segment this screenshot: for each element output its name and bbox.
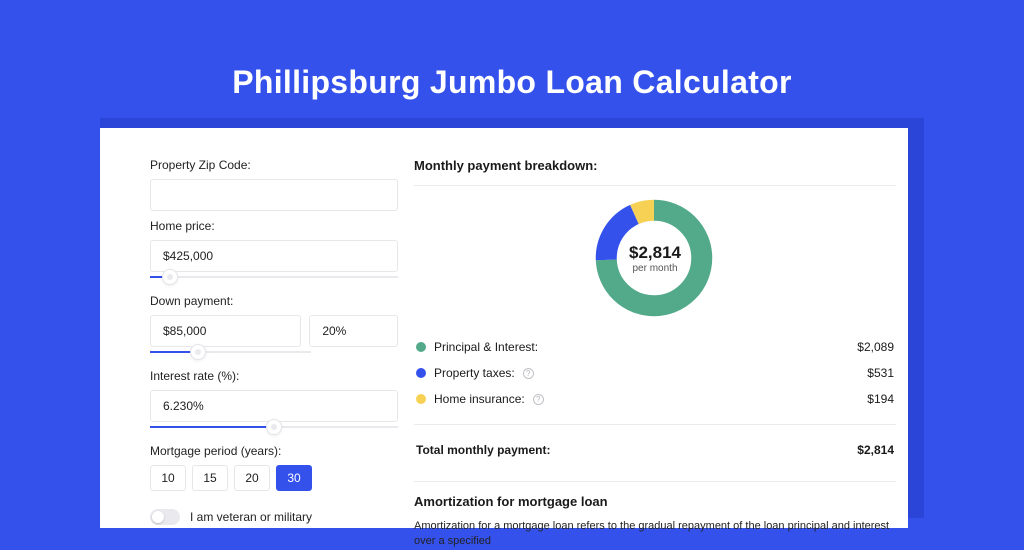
divider [414,424,896,425]
period-button-10[interactable]: 10 [150,465,186,491]
veteran-row: I am veteran or military [150,509,398,525]
legend-label: Home insurance: [434,392,525,406]
payment-donut-chart: $2,814 per month [594,198,716,318]
legend-label: Principal & Interest: [434,340,538,354]
page-title: Phillipsburg Jumbo Loan Calculator [0,0,1024,101]
down-payment-slider[interactable] [150,351,311,353]
form-column: Property Zip Code: Home price: Down paym… [150,158,398,528]
calculator-card: Property Zip Code: Home price: Down paym… [100,128,908,528]
legend-value: $194 [867,392,894,406]
period-row: 10152030 [150,465,398,491]
home-price-slider[interactable] [150,276,398,278]
divider [414,185,896,186]
legend-row-principal: Principal & Interest: $2,089 [414,334,896,360]
period-button-20[interactable]: 20 [234,465,270,491]
total-value: $2,814 [857,443,894,457]
legend-dot-icon [416,342,426,352]
legend: Principal & Interest: $2,089 Property taxe… [414,334,896,412]
interest-label: Interest rate (%): [150,369,398,383]
total-row: Total monthly payment: $2,814 [414,437,896,463]
donut-center-value: $2,814 [629,243,681,263]
total-label: Total monthly payment: [416,443,550,457]
info-icon[interactable]: ? [523,368,534,379]
info-icon[interactable]: ? [533,394,544,405]
interest-input[interactable] [150,390,398,422]
period-button-15[interactable]: 15 [192,465,228,491]
down-payment-input[interactable] [150,315,301,347]
period-button-30[interactable]: 30 [276,465,312,491]
slider-thumb[interactable] [266,419,282,435]
zip-label: Property Zip Code: [150,158,398,172]
legend-row-taxes: Property taxes:? $531 [414,360,896,386]
veteran-label: I am veteran or military [190,510,312,524]
legend-label: Property taxes: [434,366,515,380]
breakdown-column: Monthly payment breakdown: $2,814 per mo… [398,158,896,528]
period-label: Mortgage period (years): [150,444,398,458]
down-payment-label: Down payment: [150,294,398,308]
amortization-body: Amortization for a mortgage loan refers … [414,519,896,550]
legend-value: $2,089 [857,340,894,354]
slider-thumb[interactable] [190,344,206,360]
legend-dot-icon [416,368,426,378]
veteran-toggle[interactable] [150,509,180,525]
legend-row-insurance: Home insurance:? $194 [414,386,896,412]
breakdown-title: Monthly payment breakdown: [414,158,896,173]
slider-thumb[interactable] [162,269,178,285]
zip-input[interactable] [150,179,398,211]
interest-slider[interactable] [150,426,398,428]
divider [414,481,896,482]
donut-wrap: $2,814 per month [414,198,896,318]
legend-value: $531 [867,366,894,380]
home-price-label: Home price: [150,219,398,233]
down-payment-pct-input[interactable] [309,315,398,347]
donut-center-sub: per month [632,263,677,274]
home-price-input[interactable] [150,240,398,272]
legend-dot-icon [416,394,426,404]
amortization-title: Amortization for mortgage loan [414,494,896,509]
